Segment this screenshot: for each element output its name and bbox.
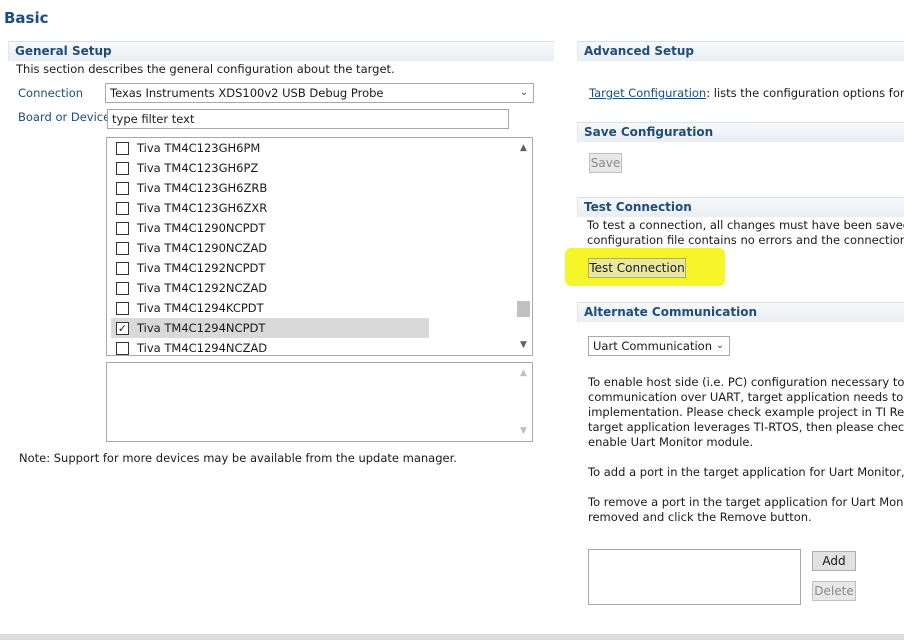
filter-placeholder: type filter text [112,112,195,126]
page-title: Basic [4,9,49,27]
connection-select[interactable]: Texas Instruments XDS100v2 USB Debug Pro… [105,83,534,103]
test-connection-text-1: To test a connection, all changes must h… [587,218,904,232]
device-list-item[interactable]: Tiva TM4C1292NCZAD [111,278,411,298]
device-list-scrollbar[interactable]: ▲ ▼ [515,138,532,355]
checkmark-icon: ✓ [117,322,128,335]
general-setup-heading: General Setup [8,41,554,61]
chevron-down-icon: ⌄ [519,87,529,98]
horizontal-scrollbar[interactable] [0,634,904,640]
delete-button[interactable]: Delete [812,581,856,601]
text-line: To enable host side (i.e. PC) configurat… [588,375,904,389]
checkbox[interactable] [116,162,129,175]
device-list-item[interactable]: Tiva TM4C1294NCZAD [111,338,411,355]
checkbox[interactable] [116,282,129,295]
checkbox[interactable]: ✓ [116,322,129,335]
device-list-item[interactable]: Tiva TM4C1290NCZAD [111,238,411,258]
advanced-setup-text: Target Configuration: lists the configur… [589,86,904,100]
scroll-down-icon[interactable]: ▼ [515,423,532,440]
test-connection-text-2: configuration file contains no errors an… [587,233,904,247]
checkbox[interactable] [116,302,129,315]
checkbox[interactable] [116,342,129,355]
details-scrollbar[interactable]: ▲ ▼ [515,363,532,441]
board-or-device-label: Board or Device [18,110,111,124]
advanced-setup-heading: Advanced Setup [577,41,904,61]
test-connection-heading: Test Connection [577,197,904,217]
device-list-item[interactable]: Tiva TM4C123GH6ZXR [111,198,411,218]
device-name: Tiva TM4C1292NCZAD [137,281,268,295]
device-name: Tiva TM4C1292NCPDT [137,261,266,275]
scroll-up-icon[interactable]: ▲ [515,140,532,157]
test-connection-button[interactable]: Test Connection [588,258,686,278]
communication-select[interactable]: Uart Communication ⌄ [588,336,730,356]
device-list-item[interactable]: Tiva TM4C1292NCPDT [111,258,411,278]
text-line: removed and click the Remove button. [588,510,812,524]
device-list-item[interactable]: ✓ Tiva TM4C1294NCPDT [111,318,429,338]
device-name: Tiva TM4C1294NCZAD [137,341,268,355]
add-port-text: To add a port in the target application … [588,465,904,479]
text-line: implementation. Please check example pro… [588,405,904,419]
checkbox[interactable] [116,142,129,155]
device-name: Tiva TM4C123GH6PZ [137,161,259,175]
device-list-item[interactable]: Tiva TM4C123GH6PZ [111,158,411,178]
device-name: Tiva TM4C123GH6ZRB [137,181,268,195]
uart-description: To enable host side (i.e. PC) configurat… [588,375,904,450]
connection-label: Connection [18,86,84,100]
scroll-up-icon[interactable]: ▲ [515,365,532,382]
device-filter-input[interactable]: type filter text [107,109,509,129]
scrollbar-thumb[interactable] [517,301,530,317]
device-name: Tiva TM4C1294NCPDT [137,321,266,335]
text-line: enable Uart Monitor module. [588,435,754,449]
device-list[interactable]: Tiva TM4C123GH6PM Tiva TM4C123GH6PZ Tiva T… [106,137,533,356]
update-manager-note: Note: Support for more devices may be av… [19,451,457,465]
save-configuration-heading: Save Configuration [577,122,904,142]
device-list-item[interactable]: Tiva TM4C123GH6ZRB [111,178,411,198]
text-line: communication over UART, target applicat… [588,390,904,404]
chevron-down-icon: ⌄ [715,340,725,351]
device-list-item[interactable]: Tiva TM4C1294KCPDT [111,298,411,318]
checkbox[interactable] [116,262,129,275]
remove-port-text: To remove a port in the target applicati… [588,495,904,525]
communication-value: Uart Communication [593,339,712,353]
uart-port-list[interactable] [588,549,801,605]
add-button[interactable]: Add [812,551,856,571]
checkbox[interactable] [116,242,129,255]
target-configuration-link[interactable]: Target Configuration [589,86,706,100]
device-name: Tiva TM4C1290NCPDT [137,221,266,235]
device-list-item[interactable]: Tiva TM4C123GH6PM [111,138,411,158]
text-line: To remove a port in the target applicati… [588,495,904,509]
device-name: Tiva TM4C123GH6PM [137,141,261,155]
device-name: Tiva TM4C1294KCPDT [137,301,264,315]
alternate-communication-heading: Alternate Communication [577,302,904,322]
device-list-item[interactable]: Tiva TM4C1290NCPDT [111,218,411,238]
text-line: target application leverages TI-RTOS, th… [588,420,904,434]
scroll-down-icon[interactable]: ▼ [515,337,532,354]
checkbox[interactable] [116,222,129,235]
connection-value: Texas Instruments XDS100v2 USB Debug Pro… [110,86,384,100]
device-name: Tiva TM4C1290NCZAD [137,241,268,255]
general-setup-description: This section describes the general confi… [16,62,395,76]
checkbox[interactable] [116,202,129,215]
checkbox[interactable] [116,182,129,195]
device-name: Tiva TM4C123GH6ZXR [137,201,268,215]
save-button[interactable]: Save [589,153,622,173]
device-details-box[interactable]: ▲ ▼ [106,362,533,442]
target-configuration-description: : lists the configuration options for th [706,86,904,100]
